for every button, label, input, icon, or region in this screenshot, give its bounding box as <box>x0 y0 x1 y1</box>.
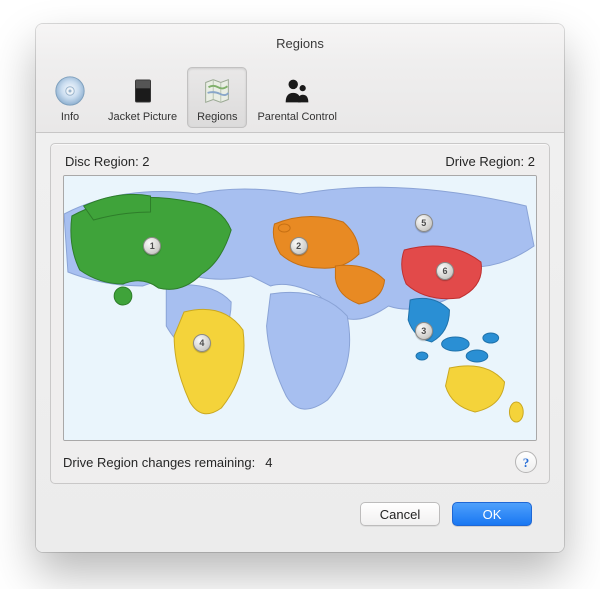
parental-icon <box>279 74 315 108</box>
jacket-icon <box>125 74 161 108</box>
tab-info-label: Info <box>61 111 79 123</box>
content-area: Disc Region: 2 Drive Region: 2 <box>36 133 564 538</box>
region-header-row: Disc Region: 2 Drive Region: 2 <box>65 154 535 169</box>
cancel-button[interactable]: Cancel <box>360 502 440 526</box>
disc-region-text: Disc Region: 2 <box>65 154 150 169</box>
region-pin-5[interactable]: 5 <box>415 214 433 232</box>
tab-bar: Info Jacket Picture <box>36 62 564 133</box>
changes-remaining-label: Drive Region changes remaining: <box>63 455 255 470</box>
drive-region-text: Drive Region: 2 <box>445 154 535 169</box>
window-title-text: Regions <box>276 36 324 51</box>
regions-settings-window: Regions Info <box>36 24 564 552</box>
changes-remaining-value: 4 <box>265 455 272 470</box>
window-title: Regions <box>36 24 564 62</box>
help-button[interactable]: ? <box>515 451 537 473</box>
tab-jacket-label: Jacket Picture <box>108 111 177 123</box>
tab-info[interactable]: Info <box>42 67 98 128</box>
tab-regions-label: Regions <box>197 111 237 123</box>
region-pin-6[interactable]: 6 <box>436 262 454 280</box>
tab-parental-label: Parental Control <box>257 111 337 123</box>
tab-jacket-picture[interactable]: Jacket Picture <box>98 67 187 128</box>
changes-remaining-row: Drive Region changes remaining: 4 ? <box>63 451 537 473</box>
region-pin-1[interactable]: 1 <box>143 237 161 255</box>
region-pin-2[interactable]: 2 <box>290 237 308 255</box>
disc-icon <box>52 74 88 108</box>
tab-parental-control[interactable]: Parental Control <box>247 67 347 128</box>
world-region-map[interactable]: 123456 <box>63 175 537 441</box>
map-icon <box>199 74 235 108</box>
dialog-button-bar: Cancel OK <box>50 502 532 526</box>
region-panel: Disc Region: 2 Drive Region: 2 <box>50 143 550 484</box>
ok-button[interactable]: OK <box>452 502 532 526</box>
tab-regions[interactable]: Regions <box>187 67 247 128</box>
